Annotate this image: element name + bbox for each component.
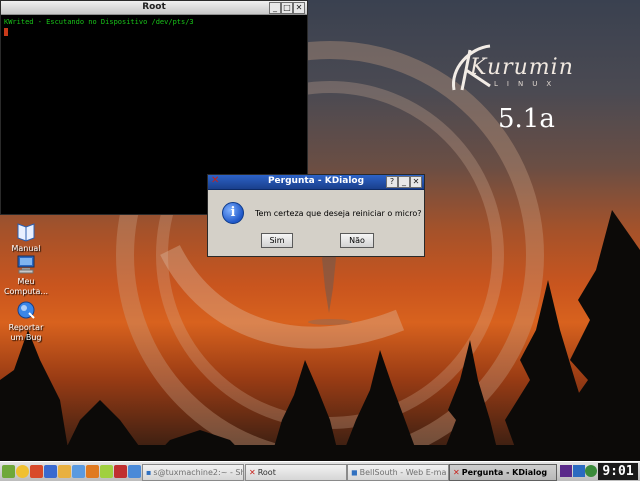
kmenu-icon[interactable]: [2, 465, 15, 478]
browser-icon: ◼: [351, 468, 358, 477]
yes-button[interactable]: Sim: [261, 233, 293, 248]
terminal-line: KWrited - Escutando no Dispositivo /dev/…: [4, 18, 194, 26]
kde-x-icon: ✕: [453, 468, 460, 477]
terminal-icon: ▪: [146, 468, 152, 477]
desktop-icon-meu-computador[interactable]: Meu Computa...: [1, 253, 51, 297]
dialog-titlebar[interactable]: ✕ Pergunta - KDialog ? _ ✕: [208, 175, 424, 190]
logo-wordmark: Kurumin: [470, 55, 574, 80]
no-button[interactable]: Não: [340, 233, 374, 248]
keyboard-layout-icon[interactable]: [560, 465, 572, 477]
volume-icon[interactable]: [585, 465, 597, 477]
task-label: Root: [257, 468, 276, 477]
terminal-title: Root: [142, 2, 166, 12]
bug-report-icon: [17, 301, 35, 319]
desktop-icon-label: Meu Computa...: [3, 277, 49, 296]
desktop-icon-manual[interactable]: Manual: [1, 220, 51, 254]
task-shell[interactable]: ▪ s@tuxmachine2:~ - Sh: [142, 464, 244, 481]
dialog-message: Tem certeza que deseja reiniciar o micro…: [255, 209, 422, 218]
home-icon[interactable]: [58, 465, 71, 478]
desktop-icon-reportar-bug[interactable]: Reportar um Bug: [1, 299, 51, 343]
task-label: BellSouth - Web E-ma: [359, 468, 447, 477]
files-icon[interactable]: [128, 465, 141, 478]
minimize-button[interactable]: _: [269, 2, 281, 14]
task-label: Pergunta - KDialog: [461, 468, 548, 477]
minimize-button[interactable]: _: [398, 176, 410, 188]
task-label: s@tuxmachine2:~ - Sh: [153, 468, 244, 477]
konsole-icon[interactable]: [44, 465, 57, 478]
terminal-titlebar[interactable]: Root _ □ ✕: [1, 1, 307, 15]
app-launcher-icon[interactable]: [30, 465, 43, 478]
tux-icon[interactable]: [16, 465, 29, 478]
network-tray-icon[interactable]: [573, 465, 585, 477]
kdialog-window: ✕ Pergunta - KDialog ? _ ✕ i Tem certeza…: [207, 174, 425, 257]
mail-icon[interactable]: [100, 465, 113, 478]
task-bellsouth[interactable]: ◼ BellSouth - Web E-ma: [347, 464, 449, 481]
task-kdialog[interactable]: ✕ Pergunta - KDialog: [449, 464, 557, 481]
network-icon[interactable]: [72, 465, 85, 478]
kurumin-center-icon[interactable]: [114, 465, 127, 478]
logo-version: 5.1a: [498, 104, 555, 134]
task-root[interactable]: ✕ Root: [245, 464, 347, 481]
book-icon: [17, 223, 35, 242]
terminal-cursor: [4, 28, 8, 36]
logo-subtitle: LINUX: [494, 80, 561, 88]
maximize-button[interactable]: □: [281, 2, 293, 14]
info-icon: i: [222, 202, 244, 224]
desktop-icon-label: Manual: [11, 244, 41, 253]
desktop-icon-label: Reportar um Bug: [8, 323, 44, 342]
help-button[interactable]: ?: [386, 176, 398, 188]
clock[interactable]: 9:01: [598, 463, 638, 480]
close-button[interactable]: ✕: [293, 2, 305, 14]
taskbar: ▪ s@tuxmachine2:~ - Sh ✕ Root ◼ BellSouth -…: [0, 461, 640, 481]
computer-icon: [17, 255, 35, 274]
firefox-icon[interactable]: [86, 465, 99, 478]
kde-x-icon: ✕: [249, 468, 256, 477]
close-button[interactable]: ✕: [410, 176, 422, 188]
